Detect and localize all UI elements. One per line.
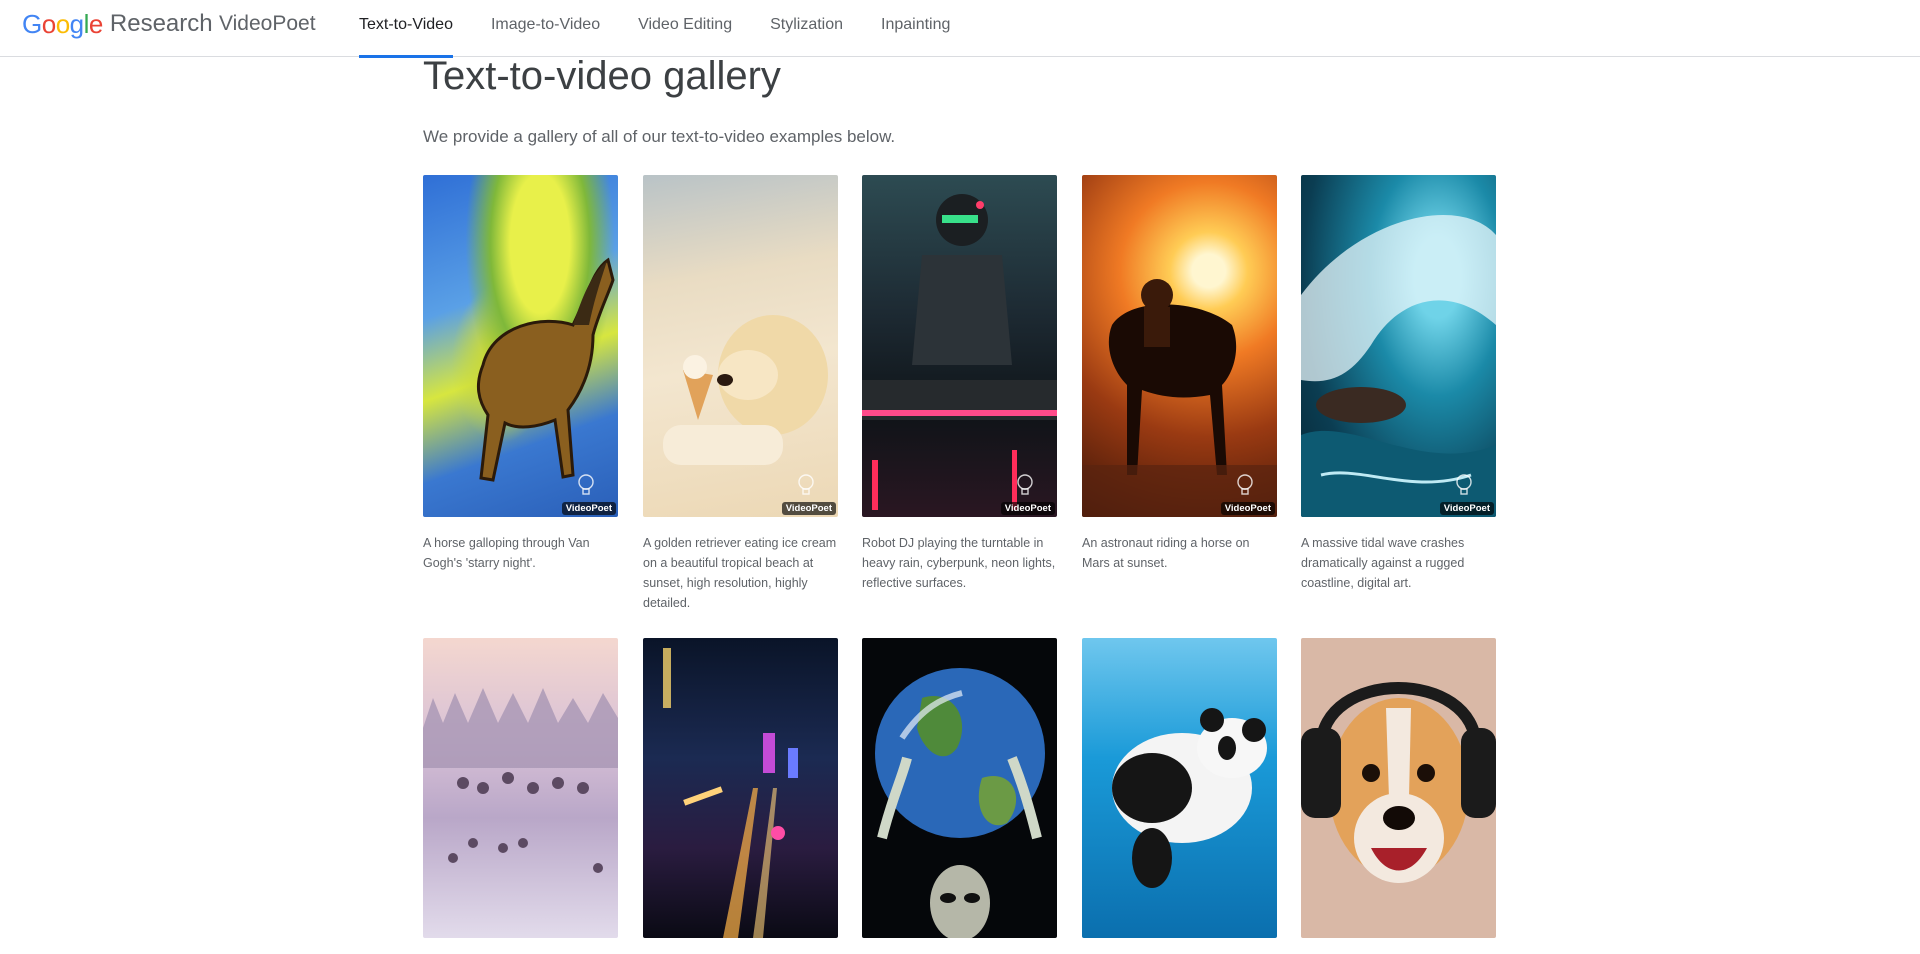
- video-thumbnail-astronaut-horse-mars[interactable]: VideoPoet: [1082, 175, 1277, 517]
- gallery-item[interactable]: [862, 638, 1057, 954]
- wave-shape: [1301, 215, 1496, 517]
- gallery-item[interactable]: VideoPoet A horse galloping through Van …: [423, 175, 618, 573]
- video-caption: An astronaut riding a horse on Mars at s…: [1082, 536, 1250, 570]
- video-thumbnail-golden-retriever[interactable]: VideoPoet: [643, 175, 838, 517]
- gallery-item[interactable]: VideoPoet A massive tidal wave crashes d…: [1301, 175, 1496, 593]
- gallery-item[interactable]: [1082, 638, 1277, 954]
- dog-silhouette: [663, 315, 828, 465]
- gallery-item[interactable]: VideoPoet A golden retriever eating ice …: [643, 175, 838, 613]
- videopoet-badge: VideoPoet: [561, 502, 616, 515]
- video-thumbnail-horse-starry-night[interactable]: VideoPoet: [423, 175, 618, 517]
- horse-silhouette: [476, 257, 615, 482]
- video-thumbnail-panda-underwater[interactable]: [1082, 638, 1277, 938]
- lightbulb-watermark-icon: [1017, 474, 1033, 495]
- google-logo: Google: [22, 8, 103, 39]
- video-thumbnail-robot-dj[interactable]: VideoPoet: [862, 175, 1057, 517]
- video-thumbnail-dog-headphones[interactable]: [1301, 638, 1496, 938]
- google-research-logo[interactable]: Google Research: [22, 9, 213, 39]
- tab-bar: Text-to-Video Image-to-Video Video Editi…: [359, 0, 988, 58]
- gallery-item[interactable]: VideoPoet An astronaut riding a horse on…: [1082, 175, 1277, 573]
- videopoet-badge: VideoPoet: [1439, 502, 1494, 515]
- earth-alien-scene: [875, 668, 1045, 938]
- gallery-item[interactable]: VideoPoet Robot DJ playing the turntable…: [862, 175, 1057, 593]
- tab-video-editing[interactable]: Video Editing: [638, 0, 732, 57]
- winter-scene: [423, 688, 618, 873]
- gallery-item[interactable]: [423, 638, 618, 954]
- lightbulb-watermark-icon: [578, 474, 594, 495]
- videopoet-badge: VideoPoet: [1000, 502, 1055, 515]
- dog-headphones-scene: [1301, 682, 1496, 883]
- tab-image-to-video[interactable]: Image-to-Video: [491, 0, 600, 57]
- robot-dj-silhouette: [862, 194, 1057, 510]
- gallery-item[interactable]: [1301, 638, 1496, 954]
- product-name[interactable]: VideoPoet: [219, 12, 316, 36]
- video-caption: A massive tidal wave crashes dramaticall…: [1301, 536, 1465, 590]
- page-title: Text-to-video gallery: [423, 54, 781, 98]
- top-navigation-bar: Google Research VideoPoet Text-to-Video …: [0, 0, 1920, 58]
- video-thumbnail-winter-riders[interactable]: [423, 638, 618, 938]
- lightbulb-watermark-icon: [1237, 474, 1253, 495]
- panda-scene: [1112, 708, 1267, 888]
- astronaut-horse-silhouette: [1082, 279, 1277, 517]
- lightbulb-watermark-icon: [798, 474, 814, 495]
- tab-inpainting[interactable]: Inpainting: [881, 0, 950, 57]
- video-thumbnail-alien-holding-earth[interactable]: [862, 638, 1057, 938]
- gallery-item[interactable]: [643, 638, 838, 954]
- video-caption: A horse galloping through Van Gogh's 'st…: [423, 536, 590, 570]
- video-caption: A golden retriever eating ice cream on a…: [643, 536, 837, 610]
- tab-text-to-video[interactable]: Text-to-Video: [359, 0, 453, 58]
- videopoet-badge: VideoPoet: [781, 502, 836, 515]
- research-label: Research: [109, 10, 213, 37]
- tab-stylization[interactable]: Stylization: [770, 0, 843, 57]
- video-thumbnail-night-city-lights[interactable]: [643, 638, 838, 938]
- video-thumbnail-tidal-wave[interactable]: VideoPoet: [1301, 175, 1496, 517]
- videopoet-badge: VideoPoet: [1220, 502, 1275, 515]
- city-lights: [663, 648, 798, 938]
- video-caption: Robot DJ playing the turntable in heavy …: [862, 536, 1056, 590]
- lightbulb-watermark-icon: [1456, 474, 1472, 495]
- intro-text: We provide a gallery of all of our text-…: [423, 127, 896, 146]
